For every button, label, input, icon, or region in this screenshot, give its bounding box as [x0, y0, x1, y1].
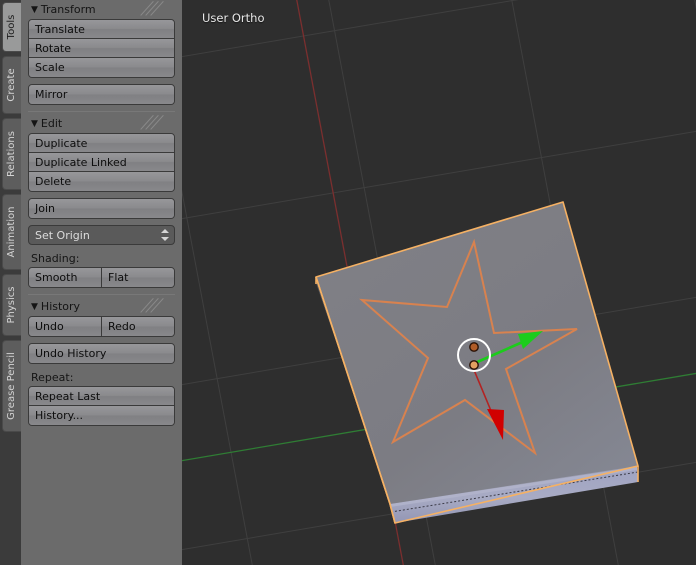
tab-label: Relations: [6, 131, 17, 177]
collapse-triangle-icon[interactable]: ▼: [31, 298, 38, 317]
panel-grip-icon[interactable]: [140, 1, 173, 17]
button-history[interactable]: History...: [29, 406, 174, 425]
section-header-transform[interactable]: ▼ Transform: [28, 0, 175, 19]
button-redo[interactable]: Redo: [102, 317, 174, 336]
section-header-history[interactable]: ▼ History: [28, 297, 175, 316]
button-undo[interactable]: Undo: [29, 317, 102, 336]
tab-label: Tools: [6, 14, 17, 40]
tab-label: Physics: [6, 286, 17, 324]
button-rotate[interactable]: Rotate: [29, 39, 174, 58]
button-duplicate-linked[interactable]: Duplicate Linked: [29, 153, 174, 172]
button-group: Undo History: [28, 343, 175, 364]
tab-label: Animation: [6, 206, 17, 258]
button-scale[interactable]: Scale: [29, 58, 174, 77]
dropdown-set-origin[interactable]: Set Origin: [28, 225, 175, 245]
tab-animation[interactable]: Animation: [2, 194, 21, 270]
section-header-edit[interactable]: ▼ Edit: [28, 114, 175, 133]
section-divider: [28, 111, 175, 112]
button-delete[interactable]: Delete: [29, 172, 174, 191]
spinner-arrows-icon[interactable]: [161, 228, 169, 242]
sublabel: Repeat:: [31, 371, 74, 384]
button-flat[interactable]: Flat: [102, 268, 174, 287]
tool-shelf-content: ▼ Transform Translate Rotate Scale Mirror ▼ Edi…: [21, 0, 182, 426]
section-divider: [28, 294, 175, 295]
tab-label: Grease Pencil: [6, 352, 17, 420]
section-title: Transform: [40, 3, 96, 16]
sublabel: Shading:: [31, 252, 80, 265]
collapse-triangle-icon[interactable]: ▼: [31, 1, 38, 20]
collapse-triangle-icon[interactable]: ▼: [31, 115, 38, 134]
section-title: Edit: [40, 117, 63, 130]
origin-dot-object[interactable]: [469, 342, 479, 352]
tool-shelf-panel: ▼ Transform Translate Rotate Scale Mirror ▼ Edi…: [21, 0, 182, 565]
button-join[interactable]: Join: [29, 199, 174, 218]
button-smooth[interactable]: Smooth: [29, 268, 102, 287]
panel-grip-icon[interactable]: [140, 298, 173, 314]
button-undo-history[interactable]: Undo History: [29, 344, 174, 363]
button-group: Translate Rotate Scale: [28, 19, 175, 78]
tab-physics[interactable]: Physics: [2, 274, 21, 336]
tab-relations[interactable]: Relations: [2, 118, 21, 190]
dropdown-value: Set Origin: [35, 229, 90, 242]
button-group: Duplicate Duplicate Linked Delete: [28, 133, 175, 192]
tab-grease-pencil[interactable]: Grease Pencil: [2, 340, 21, 432]
button-duplicate[interactable]: Duplicate: [29, 134, 174, 153]
3d-viewport[interactable]: User Ortho: [182, 0, 696, 565]
button-translate[interactable]: Translate: [29, 20, 174, 39]
viewport-canvas[interactable]: [182, 0, 696, 565]
panel-grip-icon[interactable]: [140, 115, 173, 131]
button-group: Smooth Flat: [28, 267, 175, 288]
button-group: Repeat Last History...: [28, 386, 175, 426]
origin-dot-cursor[interactable]: [469, 360, 479, 370]
button-repeat-last[interactable]: Repeat Last: [29, 387, 174, 406]
tool-shelf-tabstrip: Tools Create Relations Animation Physics Grea…: [0, 0, 21, 565]
button-group: Join: [28, 198, 175, 219]
tab-tools[interactable]: Tools: [2, 2, 21, 52]
button-group: Mirror: [28, 84, 175, 105]
section-title: History: [40, 300, 81, 313]
button-group: Undo Redo: [28, 316, 175, 337]
tab-create[interactable]: Create: [2, 56, 21, 114]
button-mirror[interactable]: Mirror: [29, 85, 174, 104]
blender-window: Tools Create Relations Animation Physics Grea…: [0, 0, 696, 565]
tab-label: Create: [6, 68, 17, 102]
